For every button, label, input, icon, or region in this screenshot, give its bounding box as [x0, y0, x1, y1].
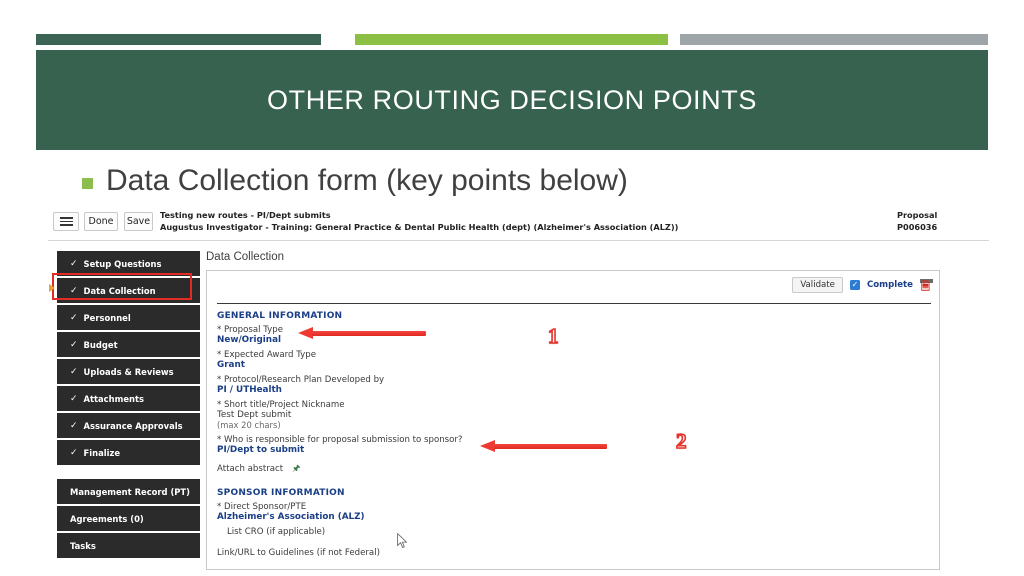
- sidebar-item-label: Assurance Approvals: [83, 420, 183, 431]
- bullet-square-icon: [82, 177, 93, 189]
- sidebar-item-label: Finalize: [83, 447, 121, 458]
- field-direct-sponsor: * Direct Sponsor/PTE Alzheimer's Associa…: [217, 502, 917, 522]
- check-icon: ✓: [70, 339, 78, 350]
- current-step-marker-icon: [49, 284, 55, 292]
- check-icon: ✓: [70, 420, 78, 431]
- sidebar-item-assurance-approvals[interactable]: ✓ Assurance Approvals: [57, 413, 200, 438]
- field-short-title: * Short title/Project Nickname Test Dept…: [217, 400, 917, 430]
- proposal-number: P006036: [897, 222, 938, 232]
- field-label: * Protocol/Research Plan Developed by: [217, 375, 385, 385]
- field-value[interactable]: PI / UTHealth: [217, 385, 917, 395]
- field-expected-award-type: * Expected Award Type Grant: [217, 350, 917, 370]
- sidebar-item-label: Management Record (PT): [70, 486, 190, 497]
- validate-button[interactable]: Validate: [792, 277, 843, 293]
- sidebar-item-label: Setup Questions: [83, 258, 162, 269]
- document-subtitle: Augustus Investigator - Training: Genera…: [160, 222, 679, 232]
- mouse-cursor-icon: [397, 533, 408, 549]
- decorative-bar-light-green: [355, 34, 668, 45]
- sidebar-item-uploads-reviews[interactable]: ✓ Uploads & Reviews: [57, 359, 200, 384]
- app-sidebar: ✓ Setup Questions ✓ Data Collection ✓ Pe…: [49, 251, 200, 560]
- pdf-icon[interactable]: 🗎: [920, 278, 933, 293]
- field-hint: (max 20 chars): [217, 420, 281, 430]
- document-title: Testing new routes - PI/Dept submits: [160, 210, 331, 220]
- sidebar-divider: [57, 467, 200, 479]
- slide: OTHER ROUTING DECISION POINTS Data Colle…: [0, 0, 1024, 576]
- sidebar-item-label: Attachments: [83, 393, 144, 404]
- proposal-label: Proposal: [897, 210, 938, 220]
- sidebar-item-attachments[interactable]: ✓ Attachments: [57, 386, 200, 411]
- embedded-app-screenshot: Done Save Testing new routes - PI/Dept s…: [48, 209, 989, 576]
- toolbar-divider: [48, 240, 989, 241]
- hamburger-menu-icon[interactable]: [53, 212, 79, 231]
- field-value[interactable]: Grant: [217, 360, 917, 370]
- annotation-arrow-1: [298, 327, 426, 339]
- bullet-text: Data Collection form (key points below): [106, 164, 628, 197]
- sidebar-item-label: Tasks: [70, 540, 96, 551]
- section-heading-sponsor-information: SPONSOR INFORMATION: [217, 488, 345, 498]
- field-list-cro: List CRO (if applicable): [217, 527, 917, 537]
- arrow-head-icon: [480, 440, 495, 452]
- sidebar-item-finalize[interactable]: ✓ Finalize: [57, 440, 200, 465]
- page-title: Data Collection: [206, 251, 284, 263]
- field-value[interactable]: Alzheimer's Association (ALZ): [217, 512, 917, 522]
- done-button[interactable]: Done: [84, 212, 118, 231]
- section-heading-general-information: GENERAL INFORMATION: [217, 311, 343, 321]
- field-value[interactable]: Test Dept submit: [217, 410, 917, 420]
- pdf-icon-glyph: 🗎: [921, 279, 930, 293]
- field-label: Link/URL to Guidelines (if not Federal): [217, 548, 380, 558]
- form-body: GENERAL INFORMATION * Proposal Type New/…: [217, 311, 917, 563]
- sidebar-item-budget[interactable]: ✓ Budget: [57, 332, 200, 357]
- field-link-url-guidelines: Link/URL to Guidelines (if not Federal): [217, 548, 917, 558]
- sidebar-item-label: Uploads & Reviews: [83, 366, 174, 377]
- sidebar-item-management-record[interactable]: Management Record (PT): [57, 479, 200, 504]
- arrow-shaft: [494, 444, 607, 449]
- sidebar-item-label: Agreements (0): [70, 513, 144, 524]
- check-icon: ✓: [70, 366, 78, 377]
- sidebar-item-personnel[interactable]: ✓ Personnel: [57, 305, 200, 330]
- form-panel: Validate ✓ Complete 🗎 GENERAL INFORMATIO…: [206, 270, 940, 570]
- title-banner: OTHER ROUTING DECISION POINTS: [36, 50, 988, 150]
- app-toolbar: Done Save Testing new routes - PI/Dept s…: [48, 209, 989, 241]
- sidebar-item-tasks[interactable]: Tasks: [57, 533, 200, 558]
- sidebar-item-label: Personnel: [83, 312, 131, 323]
- bullet-row: Data Collection form (key points below): [82, 164, 628, 198]
- form-actions: Validate ✓ Complete 🗎: [792, 277, 933, 293]
- sidebar-item-data-collection[interactable]: ✓ Data Collection: [57, 278, 200, 303]
- field-label: * Short title/Project Nickname: [217, 400, 345, 410]
- check-icon: ✓: [70, 393, 78, 404]
- field-label: * Direct Sponsor/PTE: [217, 502, 307, 512]
- hamburger-bar: [59, 217, 73, 219]
- decorative-bar-gray: [680, 34, 988, 45]
- check-icon: ✓: [70, 447, 78, 458]
- app-main-panel: Data Collection Validate ✓ Complete 🗎 GE…: [206, 251, 946, 570]
- field-label: List CRO (if applicable): [227, 527, 326, 537]
- arrow-shaft: [312, 331, 426, 336]
- sidebar-item-label: Budget: [83, 339, 118, 350]
- sidebar-item-label: Data Collection: [83, 285, 156, 296]
- field-protocol-research-plan: * Protocol/Research Plan Developed by PI…: [217, 375, 917, 395]
- sidebar-item-agreements[interactable]: Agreements (0): [57, 506, 200, 531]
- annotation-number-2: 2: [675, 429, 687, 453]
- form-divider: [217, 303, 931, 304]
- decorative-bar-dark-green: [36, 34, 321, 45]
- save-button[interactable]: Save: [124, 212, 153, 231]
- annotation-number-1: 1: [547, 324, 559, 348]
- annotation-arrow-2: [480, 440, 607, 452]
- arrow-head-icon: [298, 327, 313, 339]
- check-icon: ✓: [70, 312, 78, 323]
- field-label: * Expected Award Type: [217, 350, 316, 360]
- paperclip-icon[interactable]: 🖈: [292, 461, 300, 477]
- attach-abstract-label: Attach abstract: [217, 464, 284, 474]
- check-icon: ✓: [70, 285, 78, 296]
- complete-label: Complete: [866, 280, 913, 290]
- sidebar-item-setup-questions[interactable]: ✓ Setup Questions: [57, 251, 200, 276]
- complete-checkbox[interactable]: ✓: [849, 280, 860, 290]
- slide-title: OTHER ROUTING DECISION POINTS: [267, 84, 757, 115]
- attach-abstract-row[interactable]: Attach abstract 🖈: [217, 461, 917, 477]
- check-icon: ✓: [70, 258, 78, 269]
- hamburger-bar: [59, 224, 73, 226]
- hamburger-bar: [59, 220, 73, 223]
